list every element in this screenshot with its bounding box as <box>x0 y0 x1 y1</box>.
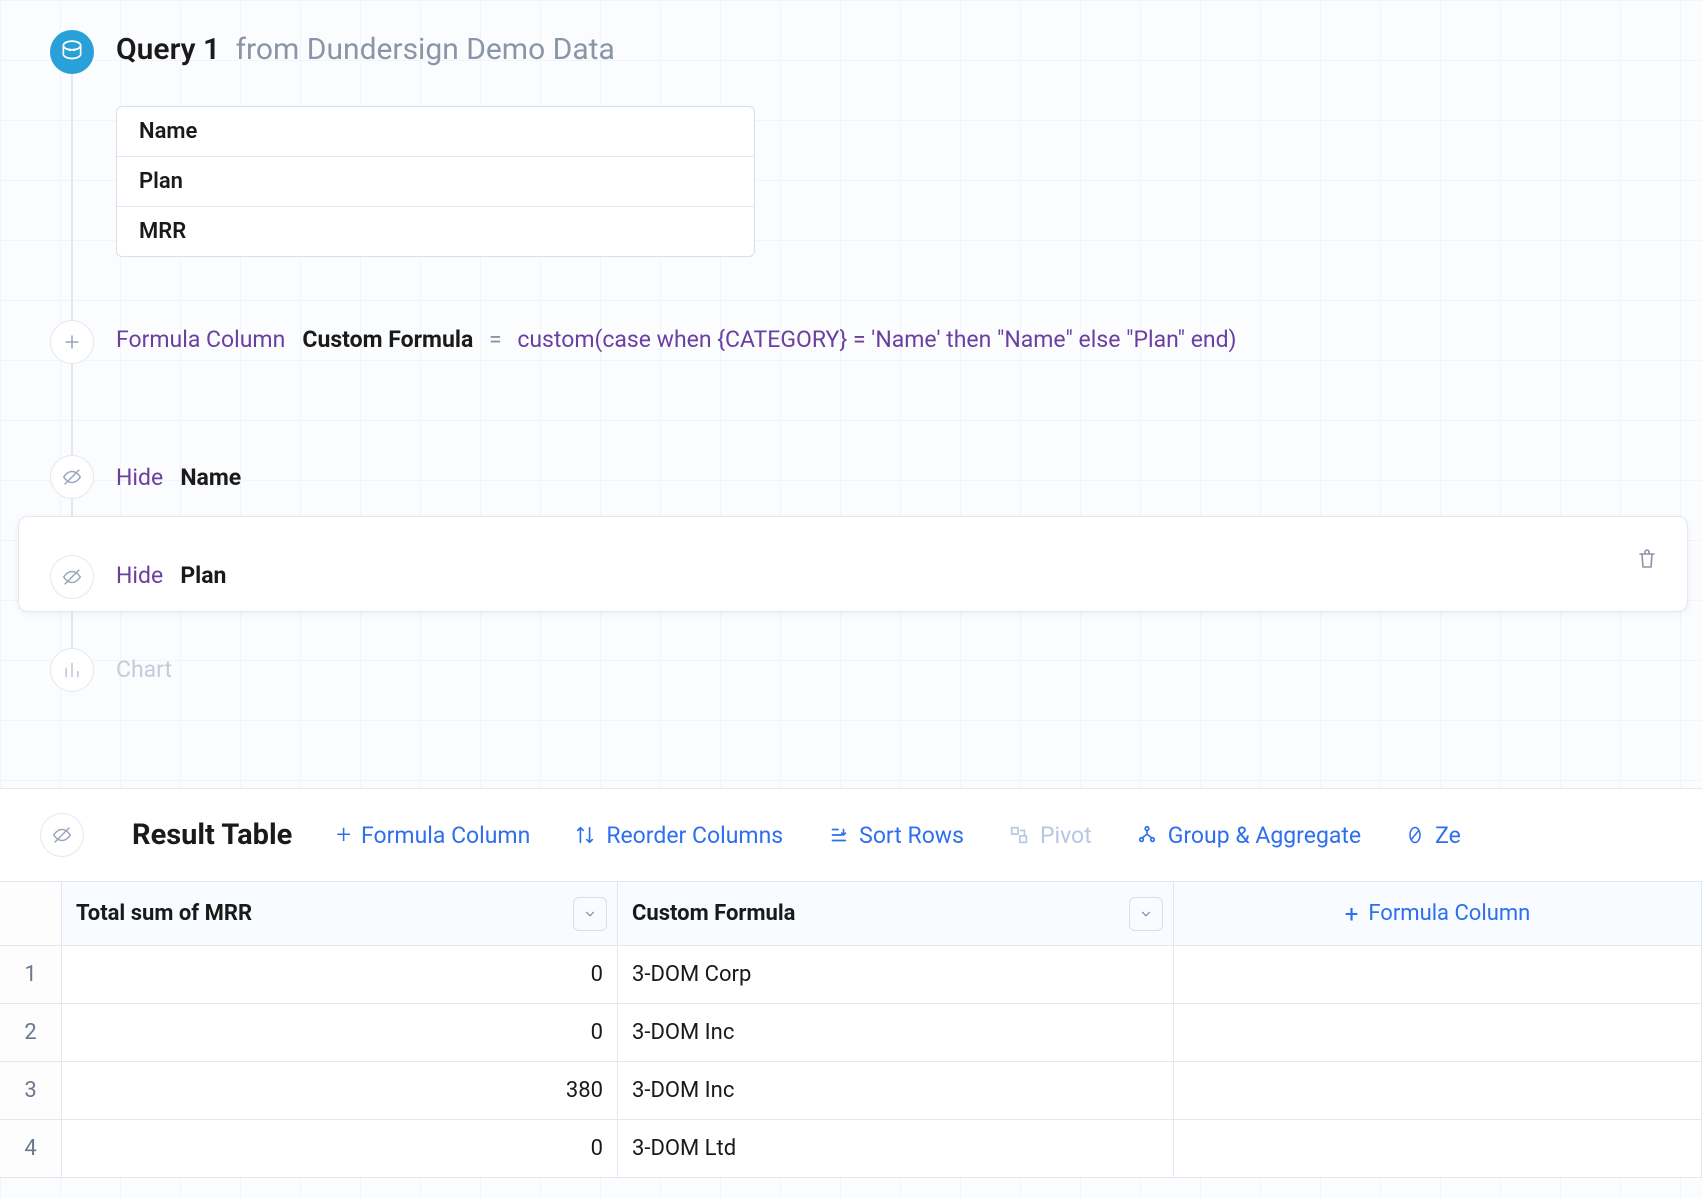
column-header-label: Total sum of MRR <box>76 901 252 926</box>
chart-step-label[interactable]: Chart <box>116 656 172 683</box>
delete-step-button[interactable] <box>1635 547 1659 576</box>
cell-custom-formula[interactable]: 3-DOM Corp <box>618 946 1174 1004</box>
visibility-icon[interactable] <box>40 813 84 857</box>
hide-plan-step[interactable]: Hide Plan <box>116 562 226 589</box>
zero-icon <box>1405 825 1425 845</box>
column-menu-button[interactable] <box>1129 897 1163 931</box>
action-label: Pivot <box>1040 822 1092 849</box>
add-formula-column-action[interactable]: + Formula Column <box>336 820 530 850</box>
cell-empty <box>1174 1004 1702 1062</box>
cell-mrr[interactable]: 0 <box>62 1120 618 1178</box>
column-header-mrr[interactable]: Total sum of MRR <box>62 882 618 946</box>
row-number: 2 <box>0 1004 62 1062</box>
result-table-title: Result Table <box>132 818 292 852</box>
hide-name-step[interactable]: Hide Name <box>116 464 241 491</box>
query-title[interactable]: Query 1 from Dundersign Demo Data <box>116 32 615 67</box>
cell-empty <box>1174 1062 1702 1120</box>
add-formula-column-header[interactable]: + Formula Column <box>1174 882 1702 946</box>
chart-step-icon[interactable] <box>50 648 94 692</box>
query-from-prefix: from <box>236 32 300 67</box>
cell-custom-formula[interactable]: 3-DOM Ltd <box>618 1120 1174 1178</box>
active-step-card <box>18 516 1688 612</box>
add-column-label: Formula Column <box>1368 901 1530 926</box>
cell-empty <box>1174 1120 1702 1178</box>
group-icon <box>1136 824 1158 846</box>
equals-symbol: = <box>489 326 502 353</box>
hide-icon[interactable] <box>50 455 94 499</box>
action-label: Sort Rows <box>859 822 964 849</box>
hide-verb: Hide <box>116 464 163 491</box>
hide-column-name: Name <box>180 464 241 491</box>
pivot-action[interactable]: Pivot <box>1008 822 1092 849</box>
cell-empty <box>1174 946 1702 1004</box>
cell-mrr[interactable]: 0 <box>62 1004 618 1062</box>
column-header-label: Custom Formula <box>632 901 795 926</box>
row-number: 3 <box>0 1062 62 1120</box>
reorder-icon <box>574 824 596 846</box>
add-step-icon[interactable] <box>50 320 94 364</box>
cell-custom-formula[interactable]: 3-DOM Inc <box>618 1004 1174 1062</box>
plus-icon: + <box>336 820 351 850</box>
cell-mrr[interactable]: 0 <box>62 946 618 1004</box>
action-label: Reorder Columns <box>606 822 783 849</box>
formula-step-label: Formula Column <box>116 326 285 353</box>
query-title-text: Query 1 <box>116 32 220 67</box>
cell-custom-formula[interactable]: 3-DOM Inc <box>618 1062 1174 1120</box>
row-number: 1 <box>0 946 62 1004</box>
action-label: Group & Aggregate <box>1168 822 1361 849</box>
column-header-custom[interactable]: Custom Formula <box>618 882 1174 946</box>
selected-column[interactable]: Name <box>117 107 754 157</box>
plus-icon: + <box>1345 900 1359 928</box>
result-table: Total sum of MRR Custom Formula + Formul… <box>0 881 1702 1178</box>
formula-step[interactable]: Formula Column Custom Formula = custom(c… <box>116 322 1516 359</box>
reorder-columns-action[interactable]: Reorder Columns <box>574 822 783 849</box>
hide-icon[interactable] <box>50 555 94 599</box>
hide-column-name: Plan <box>180 562 226 589</box>
zero-action[interactable]: Ze <box>1405 822 1461 849</box>
group-aggregate-action[interactable]: Group & Aggregate <box>1136 822 1361 849</box>
selected-columns-box[interactable]: Name Plan MRR <box>116 106 755 257</box>
result-section: Result Table + Formula Column Reorder Co… <box>0 788 1702 1178</box>
sort-rows-action[interactable]: Sort Rows <box>827 822 964 849</box>
row-number: 4 <box>0 1120 62 1178</box>
action-label: Formula Column <box>361 822 530 849</box>
formula-column-name: Custom Formula <box>302 326 473 353</box>
column-menu-button[interactable] <box>573 897 607 931</box>
row-number-header <box>0 882 62 946</box>
formula-expression: custom(case when {CATEGORY} = 'Name' the… <box>517 326 1236 353</box>
query-datasource: Dundersign Demo Data <box>307 32 615 67</box>
selected-column[interactable]: MRR <box>117 207 754 256</box>
sort-icon <box>827 824 849 846</box>
pivot-icon <box>1008 824 1030 846</box>
action-label: Ze <box>1435 822 1461 849</box>
cell-mrr[interactable]: 380 <box>62 1062 618 1120</box>
selected-column[interactable]: Plan <box>117 157 754 207</box>
datasource-icon[interactable] <box>50 30 94 74</box>
hide-verb: Hide <box>116 562 163 589</box>
